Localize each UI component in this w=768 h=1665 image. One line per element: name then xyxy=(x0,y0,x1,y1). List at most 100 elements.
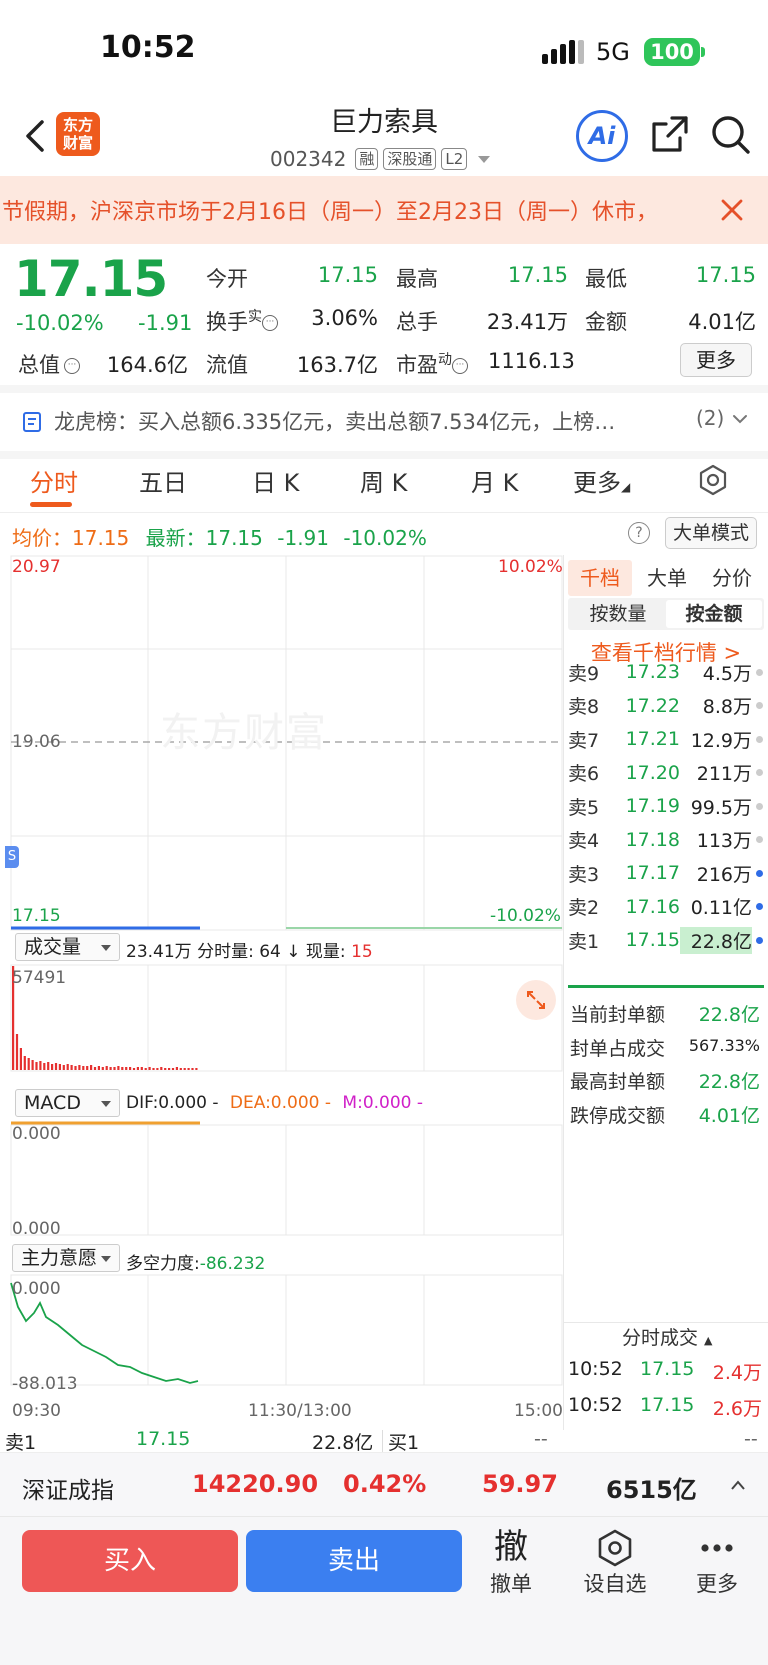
order-book-row[interactable]: 卖4 17.18 113万 xyxy=(568,823,764,857)
index-bar[interactable]: 深证成指 14220.90 0.42% 59.97 6515亿 xyxy=(0,1452,768,1516)
main-force-label: 多空力度: xyxy=(126,1254,200,1274)
chevron-down-icon[interactable] xyxy=(478,155,491,163)
order-dot xyxy=(756,802,763,810)
ticks-title-text: 分时成交 xyxy=(622,1327,699,1349)
main-force-grid xyxy=(10,1274,563,1386)
order-dot xyxy=(756,702,763,709)
info-icon[interactable]: ··· xyxy=(64,358,80,374)
time-axis-mid: 11:30/13:00 xyxy=(248,1401,352,1421)
order-book-row[interactable]: 卖2 17.16 0.11亿 xyxy=(568,890,764,924)
chevron-up-icon[interactable] xyxy=(730,1479,746,1491)
volume-bar xyxy=(183,1068,186,1070)
tick-price: 17.15 xyxy=(640,1394,695,1416)
ticks-title[interactable]: 分时成交 ▲ xyxy=(622,1323,712,1350)
open-value: 17.15 xyxy=(317,263,378,287)
tab-thousand-levels[interactable]: 千档 xyxy=(568,560,632,596)
mktcap-value: 164.6亿 xyxy=(106,353,188,377)
ai-button[interactable]: Ai xyxy=(576,110,628,162)
help-icon[interactable]: ? xyxy=(628,522,650,544)
info-icon[interactable]: ··· xyxy=(452,358,468,374)
share-icon[interactable] xyxy=(650,114,690,154)
stat-label: 最高封单额 xyxy=(570,1071,666,1093)
more-quote-button[interactable]: 更多 xyxy=(680,343,752,377)
subtab-by-quantity[interactable]: 按数量 xyxy=(570,600,666,628)
main-force-selector[interactable]: 主力意愿 xyxy=(12,1244,120,1272)
latest-change: -1.91 xyxy=(277,526,329,550)
cancel-order-button[interactable]: 撤 撤单 xyxy=(470,1526,552,1602)
down-arrow-icon: ↓ xyxy=(286,942,301,962)
tab-five-day[interactable]: 五日 xyxy=(139,463,187,498)
order-level: 卖3 xyxy=(568,863,600,886)
volume-selector[interactable]: 成交量 xyxy=(15,933,120,961)
tag-connect: 深股通 xyxy=(383,148,437,170)
order-book-row[interactable]: 卖1 17.15 22.8亿 xyxy=(568,923,764,957)
macd-selector[interactable]: MACD xyxy=(15,1089,120,1117)
chevron-down-icon[interactable] xyxy=(732,412,748,426)
order-book-row[interactable]: 卖9 17.23 4.5万 xyxy=(568,655,764,689)
time-axis-end: 15:00 xyxy=(514,1401,563,1421)
cancel-icon: 撤 xyxy=(494,1527,528,1567)
tab-big-orders[interactable]: 大单 xyxy=(635,560,699,596)
order-level: 卖4 xyxy=(568,830,600,852)
order-book-row[interactable]: 卖8 17.22 8.8万 xyxy=(568,689,764,723)
volume-bar xyxy=(101,1067,104,1070)
more-actions-button[interactable]: 更多 xyxy=(676,1526,758,1602)
market-notice[interactable]: 节假期，沪深京市场于2月16日（周一）至2月23日（周一）休市， xyxy=(0,176,768,244)
stat-label: 跌停成交额 xyxy=(570,1104,666,1127)
latest-change-pct: -10.02% xyxy=(343,526,427,550)
volume-bar xyxy=(74,1066,77,1070)
add-watchlist-button[interactable]: 设自选 xyxy=(574,1526,656,1602)
mktcap-label-text: 总值 xyxy=(18,353,60,377)
search-icon[interactable] xyxy=(710,114,752,156)
main-force-selector-label: 主力意愿 xyxy=(21,1247,98,1269)
order-book-row[interactable]: 卖5 17.19 99.5万 xyxy=(568,789,764,823)
volume-bar xyxy=(144,1068,147,1070)
macd-m: M:0.000 - xyxy=(342,1093,424,1113)
info-icon[interactable]: ··· xyxy=(262,315,278,331)
stock-code-row[interactable]: 002342 融 深股通 L2 xyxy=(270,146,491,172)
tab-intraday[interactable]: 分时 xyxy=(30,463,78,498)
notice-text: 节假期，沪深京市场于2月16日（周一）至2月23日（周一）休市， xyxy=(2,200,658,225)
document-icon xyxy=(23,412,41,432)
order-price: 17.19 xyxy=(625,795,680,817)
tab-price-distribution[interactable]: 分价 xyxy=(700,560,764,596)
tab-monthly-k[interactable]: 月 K xyxy=(471,463,518,498)
volume-bar xyxy=(58,1064,61,1070)
order-price: 17.21 xyxy=(625,728,680,750)
tab-weekly-k[interactable]: 周 K xyxy=(360,463,407,498)
watermark: 东方财富 xyxy=(160,710,328,756)
caret-down-icon xyxy=(101,945,111,951)
gear-icon[interactable] xyxy=(697,464,729,496)
volume-bar xyxy=(187,1068,190,1070)
order-book-row[interactable]: 卖3 17.17 216万 xyxy=(568,856,764,890)
order-dot xyxy=(756,668,763,676)
tab-more[interactable]: 更多◢ xyxy=(573,463,630,498)
tab-active-indicator xyxy=(30,502,72,507)
order-level: 卖9 xyxy=(568,662,600,685)
macd-dea: DEA:0.000 - xyxy=(229,1093,332,1113)
order-book-row[interactable]: 卖7 17.21 12.9万 xyxy=(568,722,764,756)
buy1-label: 买1 xyxy=(388,1432,420,1452)
order-price: 17.15 xyxy=(625,929,680,951)
triangle-icon: ◢ xyxy=(621,480,631,494)
close-icon[interactable] xyxy=(718,196,746,224)
caret-down-icon xyxy=(101,1256,111,1262)
sell-marker[interactable]: S xyxy=(5,846,19,868)
tab-daily-k[interactable]: 日 K xyxy=(252,463,299,498)
order-level: 卖2 xyxy=(568,897,600,919)
main-force-y-top: 0.000 xyxy=(12,1279,61,1299)
y-axis-bottom: 17.15 xyxy=(12,906,61,926)
subtab-by-amount[interactable]: 按金额 xyxy=(666,600,762,628)
buy-button[interactable]: 买入 xyxy=(22,1530,238,1592)
main-force-y-bottom: -88.013 xyxy=(12,1374,78,1394)
expand-icon[interactable] xyxy=(516,980,556,1020)
index-name: 深证成指 xyxy=(22,1478,114,1504)
sell-button[interactable]: 卖出 xyxy=(246,1530,462,1592)
volume-bar xyxy=(43,1063,46,1070)
big-order-mode-button[interactable]: 大单模式 xyxy=(665,517,757,549)
current-price: 17.15 xyxy=(14,250,168,308)
volume-bar xyxy=(125,1067,128,1070)
tick-volume: 2.6万 xyxy=(712,1398,762,1420)
stock-code: 002342 xyxy=(270,147,347,171)
order-book-row[interactable]: 卖6 17.20 211万 xyxy=(568,756,764,790)
